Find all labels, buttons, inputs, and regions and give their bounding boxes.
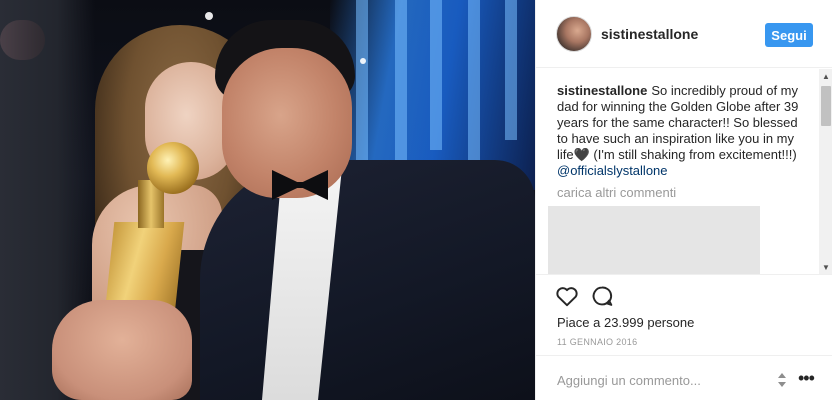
comment-placeholder-block: [548, 206, 760, 274]
follow-button[interactable]: Segui: [765, 23, 813, 47]
add-comment-bar: •••: [536, 355, 832, 400]
comment-input[interactable]: [557, 370, 777, 390]
post-caption: sistinestallone So incredibly proud of my…: [557, 83, 809, 179]
comments-list: sistinestallone So incredibly proud of my…: [536, 69, 819, 274]
caption-username[interactable]: sistinestallone: [557, 83, 647, 98]
scroll-down-arrow-icon[interactable]: ▼: [819, 260, 832, 274]
scroll-thumb[interactable]: [821, 86, 831, 126]
post-actions: Piace a 23.999 persone 11 GENNAIO 2016 •…: [536, 274, 832, 400]
man-tuxedo: [200, 160, 535, 400]
likes-count[interactable]: Piace a 23.999 persone: [557, 315, 694, 330]
more-options-icon[interactable]: •••: [798, 369, 815, 387]
load-more-comments-link[interactable]: carica altri commenti: [557, 185, 676, 200]
light-stripe: [468, 0, 480, 160]
post-date: 11 GENNAIO 2016: [557, 337, 638, 347]
light-stripe: [505, 0, 517, 140]
comments-scrollbar[interactable]: ▲ ▼: [819, 69, 832, 274]
light-stripe: [430, 0, 442, 150]
scroll-up-arrow-icon[interactable]: ▲: [819, 69, 832, 83]
light-stripe: [356, 0, 368, 170]
post-side-panel: sistinestallone Segui sistinestallone So …: [535, 0, 832, 400]
like-button[interactable]: [554, 283, 580, 309]
heart-outline-icon: [556, 287, 578, 307]
caption-mention-link[interactable]: @officialslystallone: [557, 163, 809, 179]
sort-arrows-icon[interactable]: [776, 372, 788, 388]
man-face: [222, 48, 352, 198]
avatar[interactable]: [556, 16, 592, 52]
trophy-globe: [147, 142, 199, 194]
hand-holding-trophy: [52, 300, 192, 400]
light-bokeh: [360, 58, 366, 64]
post-photo[interactable]: [0, 0, 535, 400]
light-bokeh: [205, 12, 213, 20]
speech-bubble-icon: [592, 286, 613, 306]
comment-button[interactable]: [589, 283, 615, 309]
post-header: sistinestallone Segui: [536, 0, 832, 68]
background-guest-arm: [0, 20, 45, 60]
light-stripe: [395, 0, 407, 170]
post-username[interactable]: sistinestallone: [601, 26, 698, 42]
